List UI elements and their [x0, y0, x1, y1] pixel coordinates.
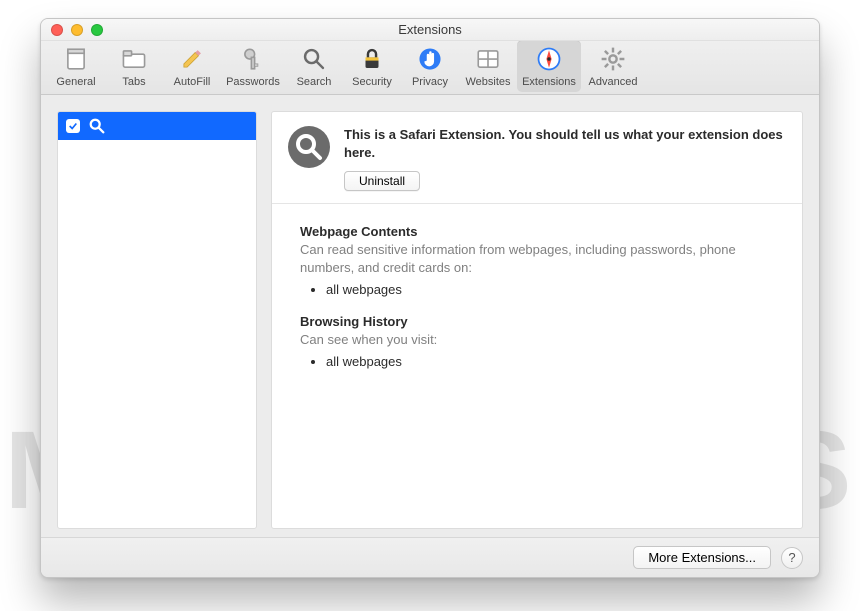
extensions-sidebar: [57, 111, 257, 529]
window-title: Extensions: [398, 22, 462, 37]
toolbar-label: Advanced: [589, 76, 638, 88]
toolbar-label: General: [56, 76, 95, 88]
extension-description: This is a Safari Extension. You should t…: [344, 126, 786, 161]
help-button[interactable]: ?: [781, 547, 803, 569]
minimize-window-button[interactable]: [71, 24, 83, 36]
compass-icon: [534, 44, 564, 74]
section-body: Can see when you visit:: [300, 331, 774, 349]
tab-passwords[interactable]: Passwords: [221, 40, 285, 92]
window-icon: [61, 44, 91, 74]
extension-header: This is a Safari Extension. You should t…: [272, 112, 802, 204]
section-heading: Browsing History: [300, 314, 774, 329]
tab-advanced[interactable]: Advanced: [581, 40, 645, 92]
lock-icon: [357, 44, 387, 74]
toolbar-label: AutoFill: [174, 76, 211, 88]
toolbar-label: Tabs: [122, 76, 145, 88]
tab-search[interactable]: Search: [285, 40, 343, 92]
list-item: all webpages: [326, 352, 774, 372]
tabs-icon: [119, 44, 149, 74]
extension-header-text: This is a Safari Extension. You should t…: [344, 126, 786, 191]
window-body: This is a Safari Extension. You should t…: [41, 95, 819, 537]
tab-security[interactable]: Security: [343, 40, 401, 92]
toolbar-label: Passwords: [226, 76, 280, 88]
key-icon: [238, 44, 268, 74]
close-window-button[interactable]: [51, 24, 63, 36]
toolbar-label: Privacy: [412, 76, 448, 88]
preferences-window: Extensions General Tabs AutoFill: [40, 18, 820, 578]
preferences-toolbar: General Tabs AutoFill Passwords: [41, 41, 819, 95]
stage: MALWARETIPS Extensions General: [0, 0, 860, 611]
permissions-list: Webpage Contents Can read sensitive info…: [272, 204, 802, 402]
extension-list-item[interactable]: [58, 112, 256, 140]
section-items: all webpages: [300, 280, 774, 300]
magnifier-icon: [299, 44, 329, 74]
magnifier-icon: [288, 126, 330, 168]
hand-icon: [415, 44, 445, 74]
toolbar-label: Security: [352, 76, 392, 88]
uninstall-button[interactable]: Uninstall: [344, 171, 420, 191]
more-extensions-button[interactable]: More Extensions...: [633, 546, 771, 569]
toolbar-label: Search: [297, 76, 332, 88]
tab-autofill[interactable]: AutoFill: [163, 40, 221, 92]
extension-detail-pane: This is a Safari Extension. You should t…: [271, 111, 803, 529]
toolbar-label: Websites: [465, 76, 510, 88]
tab-tabs[interactable]: Tabs: [105, 40, 163, 92]
section-items: all webpages: [300, 352, 774, 372]
zoom-window-button[interactable]: [91, 24, 103, 36]
window-footer: More Extensions... ?: [41, 537, 819, 577]
grid-icon: [473, 44, 503, 74]
list-item: all webpages: [326, 280, 774, 300]
section-body: Can read sensitive information from webp…: [300, 241, 774, 276]
tab-websites[interactable]: Websites: [459, 40, 517, 92]
tab-privacy[interactable]: Privacy: [401, 40, 459, 92]
window-controls: [51, 24, 103, 36]
titlebar: Extensions: [41, 19, 819, 41]
tab-general[interactable]: General: [47, 40, 105, 92]
tab-extensions[interactable]: Extensions: [517, 40, 581, 92]
section-heading: Webpage Contents: [300, 224, 774, 239]
toolbar-label: Extensions: [522, 76, 576, 88]
magnifier-icon: [88, 117, 106, 135]
extension-enabled-checkbox[interactable]: [66, 119, 80, 133]
gear-icon: [598, 44, 628, 74]
pencil-icon: [177, 44, 207, 74]
